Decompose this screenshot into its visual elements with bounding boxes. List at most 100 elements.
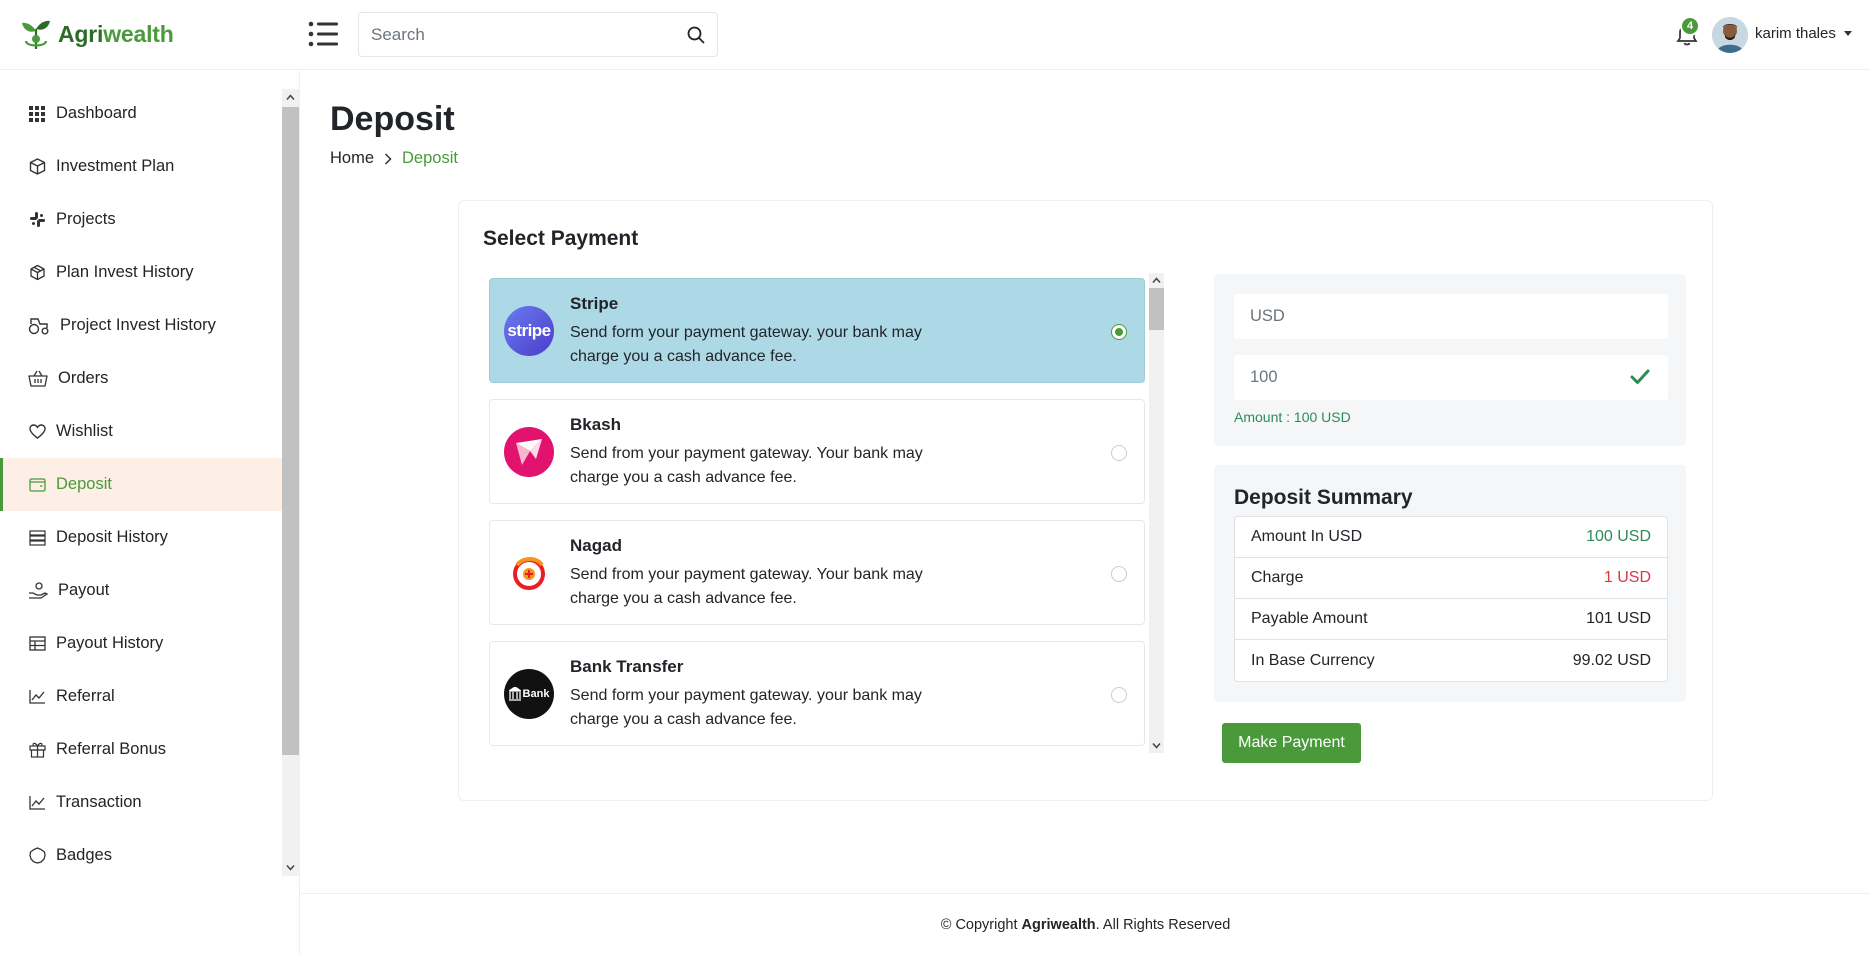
summary-label: Amount In USD [1251,528,1363,545]
summary-table: Amount In USD 100 USD Charge 1 USD Payab… [1234,516,1668,682]
chart-line-icon [28,794,46,812]
sidebar-item-label: Dashboard [56,104,137,122]
deposit-summary-panel: Deposit Summary Amount In USD 100 USD Ch… [1214,465,1686,702]
sidebar-item-label: Deposit History [56,528,168,546]
scroll-up-arrow-icon[interactable] [1152,276,1161,285]
box-icon [28,264,46,282]
sidebar-item-payout[interactable]: Payout [0,564,282,617]
amount-note: Amount : 100 USD [1234,409,1351,425]
payment-radio[interactable] [1111,687,1127,703]
footer-suffix: . All Rights Reserved [1095,917,1231,933]
avatar[interactable] [1712,17,1748,53]
sidebar-item-payout-history[interactable]: Payout History [0,617,282,670]
payment-radio[interactable] [1111,566,1127,582]
footer-divider [301,893,1870,894]
user-menu[interactable]: karim thales [1755,25,1852,42]
make-payment-button[interactable]: Make Payment [1222,723,1361,763]
sidebar-item-deposit-history[interactable]: Deposit History [0,511,282,564]
slack-icon [28,211,46,229]
breadcrumb: Home Deposit [330,149,458,168]
sidebar-item-deposit[interactable]: Deposit [0,458,282,511]
payment-option-stripe[interactable]: stripe Stripe Send form your payment gat… [489,278,1145,383]
payment-option-name: Nagad [570,536,622,555]
scrollbar-thumb[interactable] [1149,288,1164,330]
notification-count-badge: 4 [1680,16,1700,36]
payment-option-nagad[interactable]: Nagad Send from your payment gateway. Yo… [489,520,1145,625]
payment-radio-selected[interactable] [1111,324,1127,340]
sidebar-item-label: Orders [58,369,109,387]
summary-row: Payable Amount 101 USD [1235,599,1667,640]
sidebar-item-plan-invest-history[interactable]: Plan Invest History [0,246,282,299]
scroll-down-arrow-icon[interactable] [286,863,295,872]
chevron-right-icon [384,152,392,165]
sidebar-item-label: Deposit [56,475,112,493]
currency-field[interactable]: USD [1234,294,1668,339]
summary-value: 101 USD [1586,610,1651,627]
summary-row: In Base Currency 99.02 USD [1235,640,1667,681]
footer: © Copyright Agriwealth. All Rights Reser… [301,917,1870,933]
bank-transfer-logo: Bank [504,669,554,719]
summary-title: Deposit Summary [1234,486,1413,509]
sidebar-item-investment-plan[interactable]: Investment Plan [0,140,282,193]
sidebar-item-label: Referral [56,687,115,705]
sidebar-scrollbar[interactable] [282,89,299,876]
sidebar: Dashboard Investment Plan Projects Plan … [0,71,300,955]
sidebar-item-label: Referral Bonus [56,740,167,758]
sidebar-item-label: Projects [56,210,116,228]
payment-option-desc: Send form your payment gateway. your ban… [570,324,922,365]
search-icon[interactable] [687,26,705,44]
wallet-icon [28,476,46,494]
payment-radio[interactable] [1111,445,1127,461]
payment-list-scrollbar[interactable] [1149,273,1164,753]
sidebar-item-badges[interactable]: Badges [0,829,282,882]
sidebar-item-orders[interactable]: Orders [0,352,282,405]
chart-line-icon [28,688,46,706]
sidebar-item-project-invest-history[interactable]: Project Invest History [0,299,282,352]
bank-building-icon [508,687,521,701]
caret-down-icon [1843,31,1852,36]
amount-field[interactable]: 100 [1234,355,1668,400]
breadcrumb-current: Deposit [402,149,458,167]
heart-icon [28,423,46,441]
scrollbar-thumb[interactable] [282,107,299,755]
sidebar-item-label: Investment Plan [56,157,175,175]
sidebar-item-label: Plan Invest History [56,263,194,281]
summary-row: Amount In USD 100 USD [1235,517,1667,558]
stripe-logo-text: stripe [507,321,551,340]
summary-value: 99.02 USD [1572,651,1651,669]
sidebar-item-referral-bonus[interactable]: Referral Bonus [0,723,282,776]
sidebar-item-dashboard[interactable]: Dashboard [0,87,282,140]
payment-option-bank-transfer[interactable]: Bank Bank Transfer Send form your paymen… [489,641,1145,746]
nagad-icon [513,557,545,590]
nagad-logo [504,548,554,598]
sidebar-item-referral[interactable]: Referral [0,670,282,723]
basket-icon [28,370,48,388]
user-name-label: karim thales [1755,25,1836,42]
sidebar-item-projects[interactable]: Projects [0,193,282,246]
scroll-down-arrow-icon[interactable] [1152,741,1161,750]
bkash-logo [504,427,554,477]
user-avatar-icon [1712,17,1748,53]
sidebar-item-wishlist[interactable]: Wishlist [0,405,282,458]
brand-logo[interactable]: Agriwealth [20,16,174,52]
grid-icon [28,105,46,123]
deposit-card: Select Payment stripe Stripe Send form y… [458,200,1713,801]
payment-option-bkash[interactable]: Bkash Send from your payment gateway. Yo… [489,399,1145,504]
bkash-bird-icon [516,439,542,465]
payment-option-name: Stripe [570,294,619,313]
summary-row: Charge 1 USD [1235,558,1667,599]
bank-logo-text: Bank [522,688,550,700]
breadcrumb-home-link[interactable]: Home [330,149,374,168]
search-input[interactable] [371,24,687,45]
amount-panel: USD 100 Amount : 100 USD [1214,274,1686,446]
sidebar-item-label: Wishlist [56,422,113,440]
footer-brand[interactable]: Agriwealth [1022,917,1096,933]
footer-prefix: © Copyright [940,917,1022,933]
sidebar-item-transaction[interactable]: Transaction [0,776,282,829]
scroll-up-arrow-icon[interactable] [286,93,295,102]
menu-toggle-icon[interactable] [308,20,338,48]
page-title: Deposit [330,100,455,138]
payment-method-list: stripe Stripe Send form your payment gat… [489,276,1145,751]
payment-option-desc: Send from your payment gateway. Your ban… [570,445,923,486]
amount-value: 100 [1250,368,1278,386]
